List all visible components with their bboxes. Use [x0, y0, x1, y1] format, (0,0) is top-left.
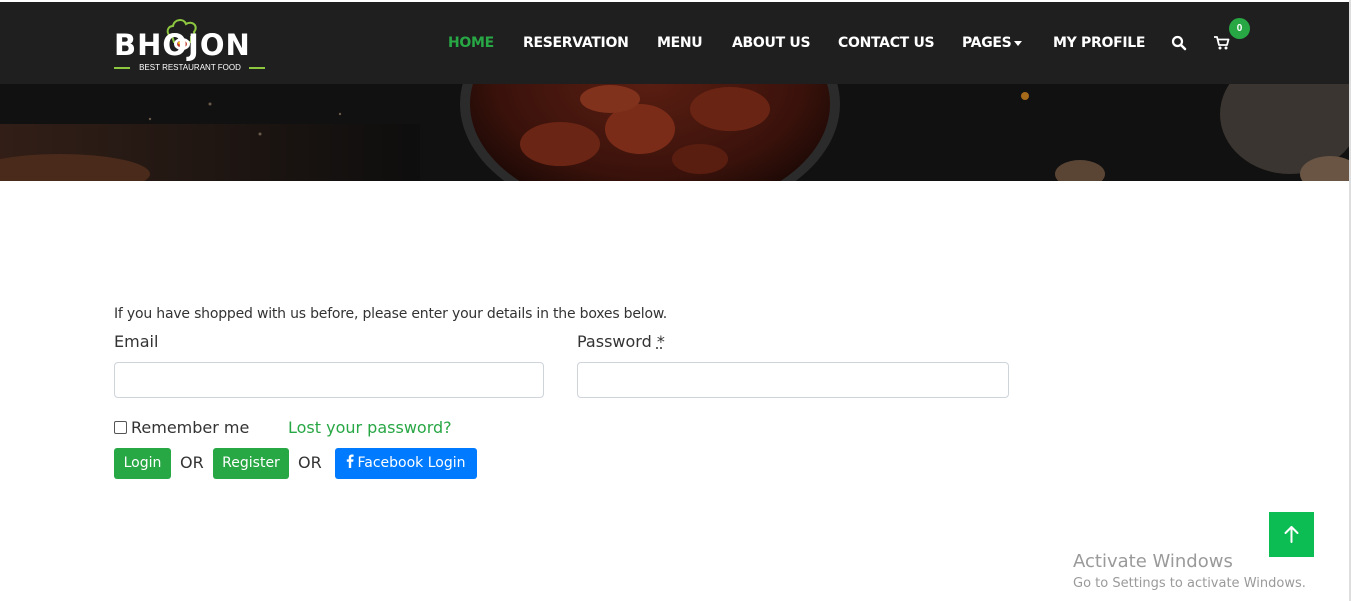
- activate-windows-title: Activate Windows: [1073, 551, 1233, 572]
- nav-contact-us[interactable]: CONTACT US: [838, 35, 935, 52]
- search-button[interactable]: [1171, 35, 1187, 51]
- search-icon: [1171, 35, 1187, 51]
- nav-about-us[interactable]: ABOUT US: [732, 35, 811, 52]
- nav-reservation[interactable]: RESERVATION: [523, 35, 629, 52]
- email-label: Email: [114, 332, 159, 351]
- login-button[interactable]: Login: [114, 448, 171, 479]
- hero-banner: [0, 84, 1349, 181]
- lost-password-link[interactable]: Lost your password?: [288, 418, 452, 438]
- caret-down-icon: [1014, 40, 1023, 46]
- nav-my-profile[interactable]: MY PROFILE: [1053, 35, 1145, 52]
- scroll-to-top-button[interactable]: [1269, 512, 1314, 557]
- activate-windows-subtitle: Go to Settings to activate Windows.: [1073, 576, 1306, 591]
- password-field[interactable]: [577, 362, 1009, 398]
- cart-count-badge: 0: [1229, 18, 1250, 39]
- facebook-login-label: Facebook Login: [357, 455, 466, 471]
- remember-me-checkbox[interactable]: [114, 421, 127, 434]
- cart-button[interactable]: [1213, 35, 1230, 51]
- logo-name: BHOJON: [114, 28, 251, 62]
- top-navbar: BHOJON BEST RESTAURANT FOOD HOME RESERVA…: [0, 2, 1349, 84]
- arrow-up-icon: [1284, 526, 1299, 543]
- remember-me-option[interactable]: Remember me: [114, 418, 249, 438]
- facebook-icon: [347, 454, 355, 468]
- facebook-login-button[interactable]: Facebook Login: [335, 448, 477, 479]
- or-separator-2: OR: [298, 453, 322, 472]
- remember-me-label: Remember me: [131, 418, 250, 437]
- cart-icon: [1214, 36, 1230, 50]
- email-field[interactable]: [114, 362, 544, 398]
- password-label: Password: [577, 332, 652, 351]
- required-mark: *: [656, 332, 665, 351]
- password-label-row: Password *: [577, 332, 665, 352]
- register-button[interactable]: Register: [213, 448, 289, 479]
- logo-tagline: BEST RESTAURANT FOOD: [139, 63, 241, 72]
- or-separator-1: OR: [180, 453, 204, 472]
- login-intro-text: If you have shopped with us before, plea…: [114, 306, 668, 322]
- nav-home[interactable]: HOME: [448, 35, 494, 52]
- nav-pages-dropdown[interactable]: PAGES: [962, 35, 1023, 52]
- site-logo[interactable]: BHOJON BEST RESTAURANT FOOD: [114, 14, 266, 74]
- nav-menu[interactable]: MENU: [657, 35, 703, 52]
- nav-pages-label: PAGES: [962, 35, 1012, 51]
- hero-food-image: [0, 84, 1349, 181]
